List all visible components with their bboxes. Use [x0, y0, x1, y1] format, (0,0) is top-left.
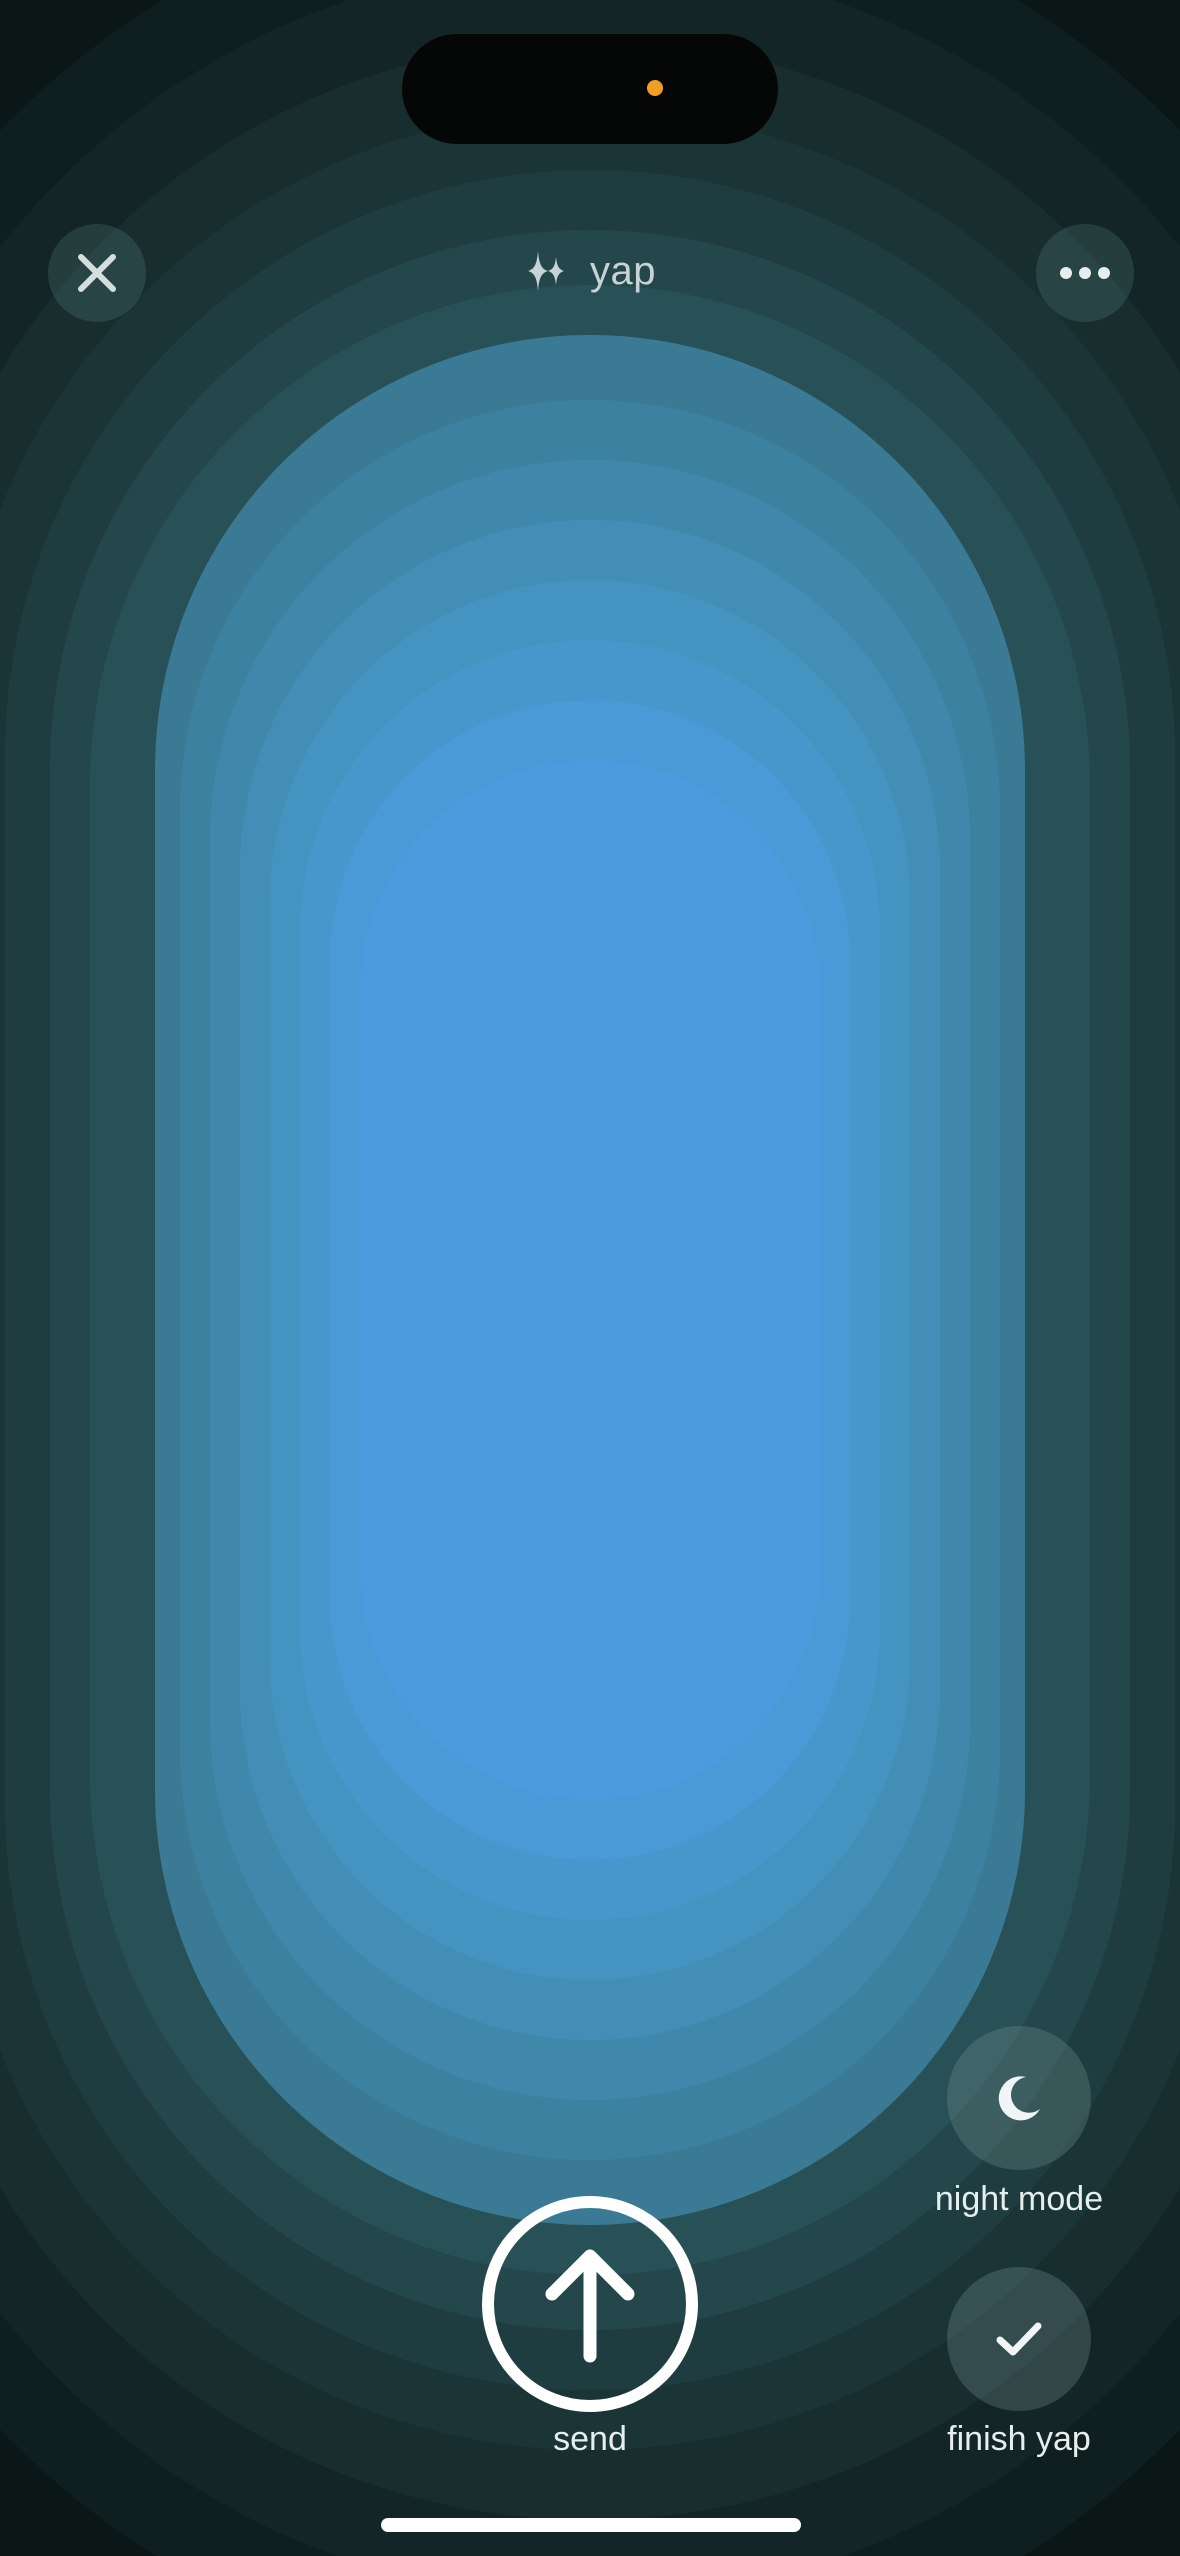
app-title-text: yap — [590, 248, 656, 293]
finish-yap-label: finish yap — [947, 2420, 1091, 2458]
waveform-sparkle-icon — [528, 251, 564, 291]
app-title: yap — [0, 238, 1180, 304]
home-indicator[interactable] — [381, 2518, 801, 2532]
dynamic-island — [402, 34, 778, 144]
recording-indicator-dot — [647, 80, 663, 96]
night-mode-button[interactable] — [947, 2026, 1091, 2170]
night-mode-label: night mode — [934, 2180, 1104, 2218]
send-button[interactable] — [482, 2196, 698, 2412]
moon-icon — [998, 2076, 1040, 2121]
checkmark-icon — [996, 2322, 1042, 2356]
more-horizontal-icon — [1060, 267, 1110, 279]
voice-recording-screen: yap night mode send finish yap — [0, 0, 1180, 2556]
send-label: send — [553, 2420, 627, 2458]
more-options-button[interactable] — [1036, 224, 1134, 322]
arrow-up-icon — [545, 2249, 635, 2363]
finish-yap-button[interactable] — [947, 2267, 1091, 2411]
